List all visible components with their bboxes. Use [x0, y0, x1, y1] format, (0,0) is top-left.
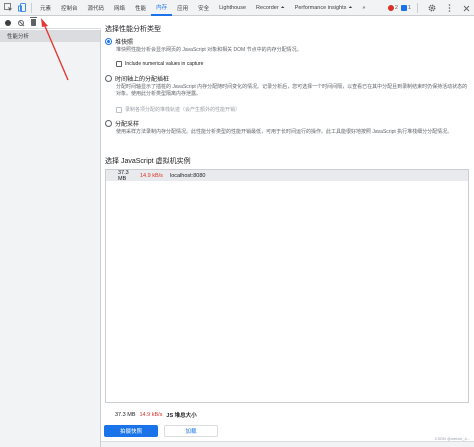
total-heap-size: 37.3 MB — [115, 412, 136, 418]
profiles-sidebar: 性能分析 — [0, 30, 101, 447]
option-label: 时间轴上的分配插桩 — [115, 77, 170, 83]
total-heap-rate: 14.9 kB/s — [139, 412, 163, 418]
flask-icon: ⏶ — [280, 4, 285, 11]
allocation-sampling-radio[interactable] — [105, 120, 112, 127]
tab-security[interactable]: 安全 — [193, 0, 214, 16]
take-snapshot-button[interactable]: 拍摄快照 — [104, 425, 158, 437]
profile-type-title: 选择性能分析类型 — [105, 26, 161, 33]
checkbox-box[interactable] — [116, 61, 122, 67]
tab-sources[interactable]: 源代码 — [83, 0, 110, 16]
sidebar-item-profiles[interactable]: 性能分析 — [0, 30, 100, 42]
tab-console[interactable]: 控制台 — [56, 0, 83, 16]
option-heap-snapshot[interactable]: 堆快照 — [105, 37, 133, 46]
sidebar-item-label: 性能分析 — [7, 34, 30, 40]
checkbox-label: 录制各项分配的堆栈轨迹（会产生额外的性能开销） — [125, 107, 241, 113]
tab-performance[interactable]: 性能 — [130, 0, 151, 16]
bottom-strip — [101, 441, 474, 447]
issues-counter[interactable]: 1 — [400, 5, 411, 11]
checkbox-box[interactable] — [116, 106, 122, 113]
record-stack-traces-checkbox[interactable]: 录制各项分配的堆栈轨迹（会产生额外的性能开销） — [116, 106, 240, 113]
tab-application[interactable]: 应用 — [172, 0, 193, 16]
issues-icon — [400, 5, 407, 11]
checkbox-label: Include numerical values in capture — [125, 61, 204, 67]
profile-launcher: 选择性能分析类型 堆快照 堆快照性能分析会显示网页的 JavaScript 对象… — [101, 17, 474, 447]
option-label: 分配采样 — [115, 122, 140, 128]
tabbar-right-group: 2 1 — [387, 0, 472, 16]
include-numerical-values-checkbox[interactable]: Include numerical values in capture — [116, 61, 203, 67]
tab-lighthouse[interactable]: Lighthouse — [214, 0, 251, 16]
option-description: 堆快照性能分析会显示网页的 JavaScript 对象和相关 DOM 节点中的内… — [116, 47, 302, 53]
watermark: CSDN @weixin_4... — [434, 436, 470, 441]
clear-all-profiles-icon[interactable] — [18, 19, 24, 26]
option-description: 使用采样方法录制内存分配情况。此性能分析类型的性能开销最低，可用于长时间运行的操… — [116, 129, 453, 135]
tab-performance-insights[interactable]: Performance insights ⏶ — [290, 0, 358, 16]
vm-heap-size: 37.3 MB — [118, 169, 129, 182]
memory-toolbar — [0, 17, 101, 29]
js-heap-total: 37.3 MB 14.9 kB/s JS 堆总大小 — [115, 411, 197, 419]
close-icon[interactable] — [460, 2, 472, 14]
vm-instance-list: 37.3 MB 14.9 kB/s localhost:8080 — [105, 169, 469, 403]
device-toolbar-icon[interactable] — [16, 2, 28, 14]
allocation-timeline-radio[interactable] — [105, 75, 112, 82]
collect-garbage-icon[interactable] — [30, 17, 37, 26]
error-count: 2 — [394, 5, 398, 11]
record-icon[interactable] — [5, 19, 11, 26]
load-button[interactable]: 加载 — [164, 425, 218, 437]
option-label: 堆快照 — [115, 40, 134, 46]
error-counter[interactable]: 2 — [387, 5, 398, 11]
issues-count: 1 — [407, 5, 411, 11]
vm-target-url: localhost:8080 — [170, 172, 206, 179]
option-allocation-sampling[interactable]: 分配采样 — [105, 119, 139, 128]
tab-recorder[interactable]: Recorder ⏶ — [251, 0, 290, 16]
tab-memory[interactable]: 内存 — [151, 0, 173, 16]
option-description: 分配时间轴显示了插桩的 JavaScript 内存分配随时间变化的情况。记录分析… — [116, 84, 468, 97]
more-tabs-button[interactable]: » — [357, 0, 370, 16]
tab-elements[interactable]: 元素 — [35, 0, 56, 16]
vm-instance-title: 选择 JavaScript 虚拟机实例 — [105, 158, 191, 165]
vm-heap-rate: 14.9 kB/s — [140, 172, 163, 179]
option-allocation-timeline[interactable]: 时间轴上的分配插桩 — [105, 74, 169, 83]
heap-snapshot-radio[interactable] — [105, 38, 112, 45]
tab-network[interactable]: 网络 — [109, 0, 130, 16]
inspect-element-icon[interactable] — [2, 2, 14, 14]
error-icon — [387, 5, 394, 11]
flask-icon: ⏶ — [348, 4, 353, 11]
kebab-menu-icon[interactable] — [443, 2, 455, 14]
tabbar-divider — [417, 3, 418, 13]
devtools-tabbar: 元素 控制台 源代码 网络 性能 内存 应用 安全 Lighthouse Rec… — [0, 0, 474, 16]
tabbar-divider — [31, 2, 32, 13]
total-heap-label: JS 堆总大小 — [166, 413, 197, 419]
gear-icon[interactable] — [426, 2, 438, 14]
vm-instance-row[interactable]: 37.3 MB 14.9 kB/s localhost:8080 — [106, 169, 468, 182]
